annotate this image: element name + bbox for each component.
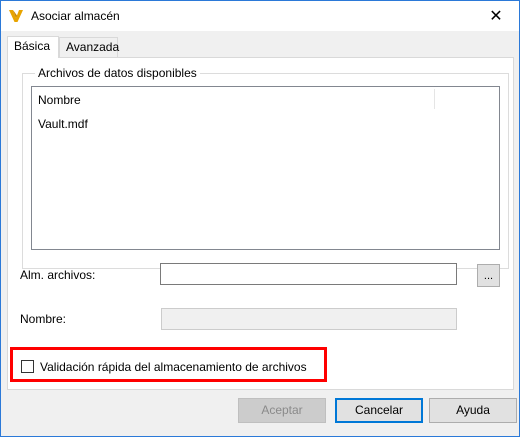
title-bar: Asociar almacén ✕	[1, 1, 519, 31]
quick-validation-checkbox[interactable]	[21, 360, 34, 373]
help-button[interactable]: Ayuda	[429, 398, 517, 423]
list-header: Nombre	[32, 87, 499, 111]
close-button[interactable]: ✕	[473, 1, 519, 31]
column-divider[interactable]	[434, 89, 435, 109]
nombre-label: Nombre:	[20, 312, 67, 326]
close-icon: ✕	[489, 8, 503, 25]
nombre-input[interactable]	[161, 308, 457, 330]
cancel-button[interactable]: Cancelar	[335, 398, 423, 423]
list-item[interactable]: Vault.mdf	[38, 117, 88, 131]
quick-validation-label[interactable]: Validación rápida del almacenamiento de …	[40, 360, 307, 374]
vault-app-icon	[9, 10, 23, 22]
alm-archivos-input[interactable]	[160, 263, 457, 285]
tab-panel: Archivos de datos disponibles Nombre Vau…	[7, 57, 514, 390]
accept-button[interactable]: Aceptar	[238, 398, 326, 423]
tab-basica[interactable]: Básica	[7, 36, 59, 58]
window-title: Asociar almacén	[31, 9, 120, 23]
browse-button[interactable]: ...	[477, 264, 500, 287]
data-files-list[interactable]: Nombre Vault.mdf	[31, 86, 500, 250]
alm-archivos-label: Alm. archivos:	[20, 268, 96, 282]
dialog-window: Asociar almacén ✕ Básica Avanzada Archiv…	[0, 0, 520, 437]
data-files-group: Archivos de datos disponibles Nombre Vau…	[22, 66, 509, 269]
tab-avanzada[interactable]: Avanzada	[59, 37, 119, 57]
column-header-nombre[interactable]: Nombre	[38, 93, 81, 107]
group-title: Archivos de datos disponibles	[35, 66, 200, 80]
